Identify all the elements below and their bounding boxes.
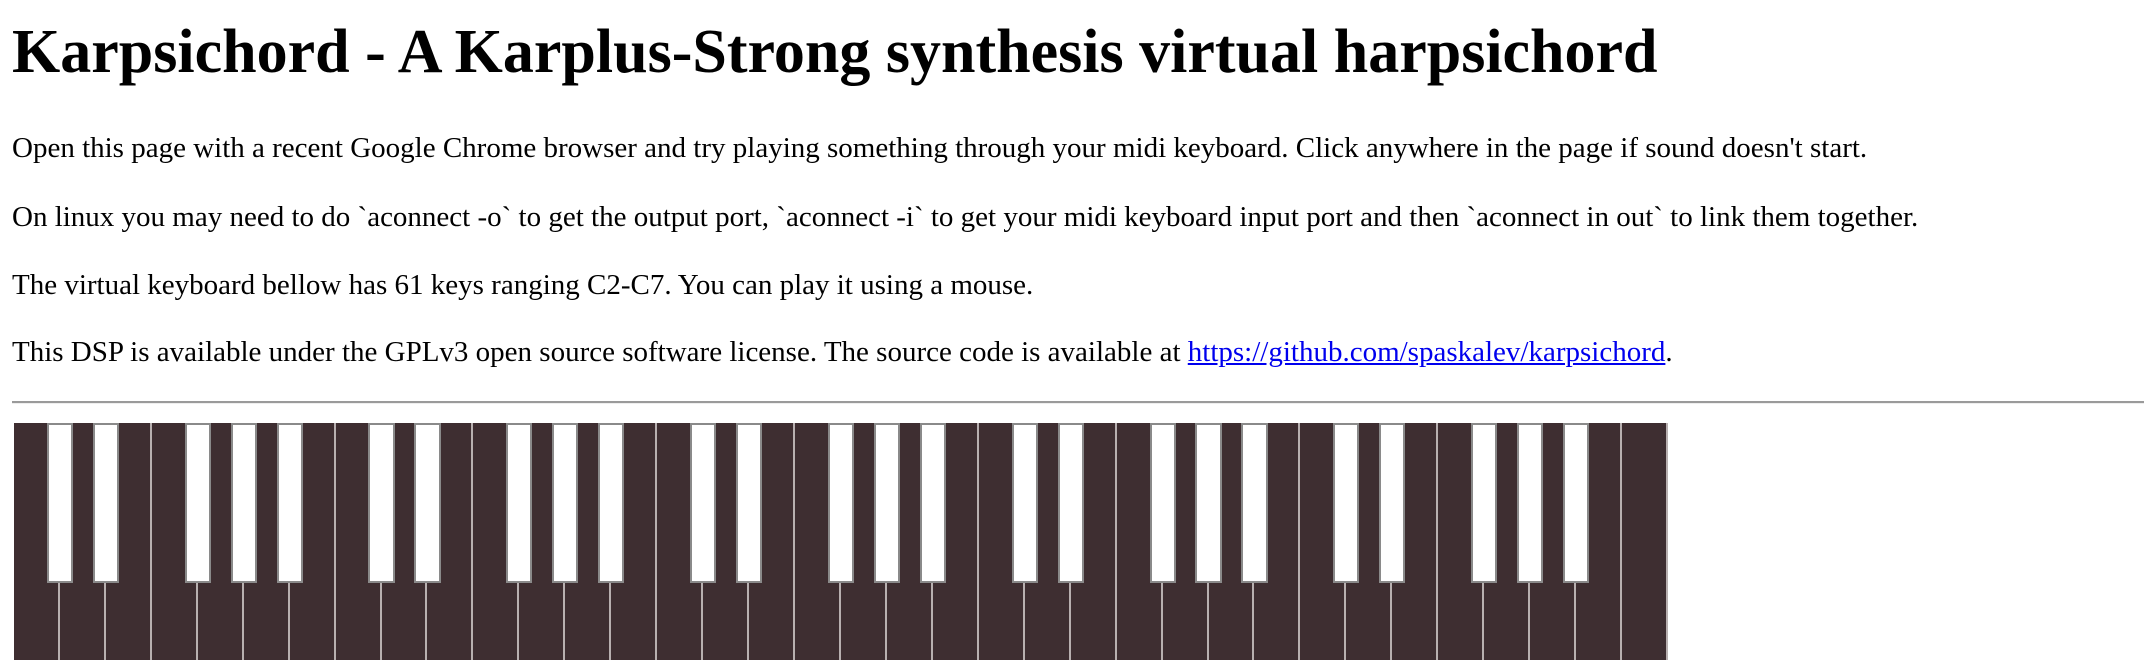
key-a-sharp3[interactable] [598, 423, 625, 583]
key-c7[interactable] [1622, 423, 1668, 660]
keyboard-description-paragraph: The virtual keyboard bellow has 61 keys … [12, 269, 1034, 301]
key-g-sharp4[interactable] [873, 423, 901, 583]
key-c-sharp6[interactable] [1333, 423, 1360, 583]
linux-instructions-paragraph: On linux you may need to do `aconnect -o… [12, 201, 1919, 233]
key-c-sharp4[interactable] [690, 423, 717, 583]
key-a-sharp2[interactable] [276, 423, 303, 583]
key-a-sharp5[interactable] [1241, 423, 1268, 583]
intro-paragraph: Open this page with a recent Google Chro… [12, 132, 1868, 164]
divider [12, 401, 2144, 404]
key-d-sharp3[interactable] [414, 423, 441, 583]
source-code-link[interactable]: https://github.com/spaskalev/karpsichord [1188, 336, 1666, 368]
key-d-sharp5[interactable] [1057, 423, 1084, 583]
page-title: Karpsichord - A Karplus-Strong synthesis… [12, 18, 1658, 86]
key-d-sharp6[interactable] [1379, 423, 1406, 583]
key-a-sharp4[interactable] [919, 423, 946, 583]
key-f-sharp3[interactable] [506, 423, 533, 583]
key-d-sharp4[interactable] [736, 423, 763, 583]
key-g-sharp3[interactable] [552, 423, 579, 583]
key-c-sharp5[interactable] [1011, 423, 1038, 583]
key-f-sharp5[interactable] [1149, 423, 1176, 583]
license-period: . [1665, 336, 1673, 368]
key-g-sharp2[interactable] [230, 423, 257, 583]
key-f-sharp2[interactable] [184, 423, 211, 583]
key-f-sharp4[interactable] [827, 423, 855, 583]
virtual-keyboard[interactable] [14, 423, 1668, 660]
key-a-sharp6[interactable] [1563, 423, 1590, 583]
key-f-sharp6[interactable] [1471, 423, 1498, 583]
key-c-sharp3[interactable] [368, 423, 395, 583]
key-c-sharp2[interactable] [46, 423, 74, 583]
license-paragraph: This DSP is available under the GPLv3 op… [12, 332, 1673, 372]
license-text: This DSP is available under the GPLv3 op… [12, 336, 1188, 368]
key-d-sharp2[interactable] [92, 423, 119, 583]
key-g-sharp5[interactable] [1195, 423, 1222, 583]
key-g-sharp6[interactable] [1517, 423, 1544, 583]
page: Karpsichord - A Karplus-Strong synthesis… [0, 0, 2144, 672]
